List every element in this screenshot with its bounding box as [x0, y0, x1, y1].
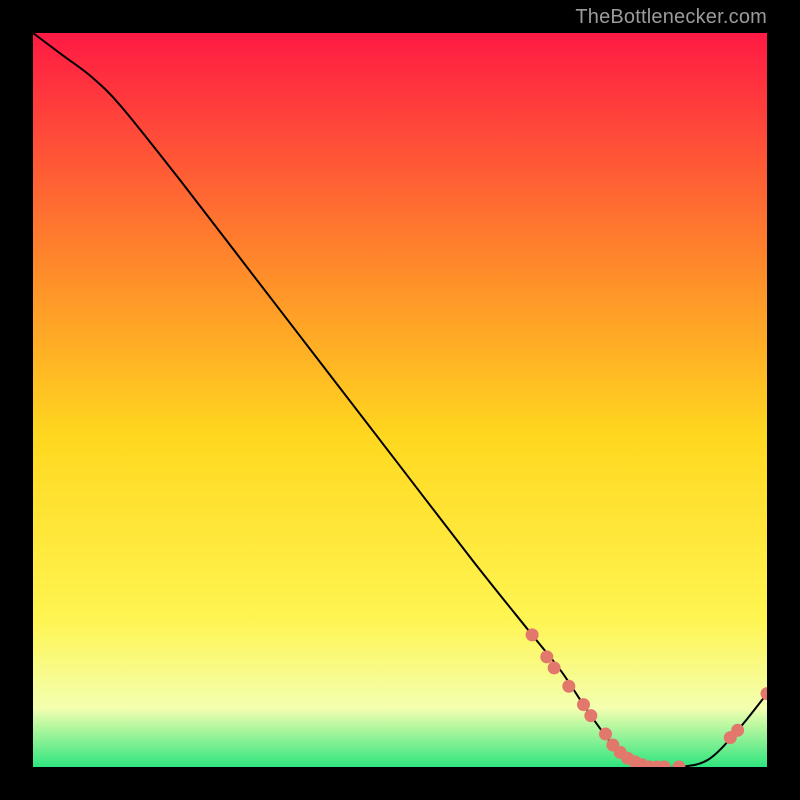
valley-marker: [577, 698, 590, 711]
valley-marker: [731, 724, 744, 737]
plot-area: [33, 33, 767, 767]
valley-marker: [761, 687, 768, 700]
valley-markers: [526, 628, 767, 767]
valley-marker: [672, 761, 685, 768]
valley-marker: [540, 650, 553, 663]
chart-stage: TheBottlenecker.com: [0, 0, 800, 800]
valley-marker: [599, 727, 612, 740]
curve-layer: [33, 33, 767, 767]
bottleneck-curve: [33, 33, 767, 767]
attribution-label: TheBottlenecker.com: [575, 6, 767, 29]
valley-marker: [584, 709, 597, 722]
valley-marker: [562, 680, 575, 693]
valley-marker: [526, 628, 539, 641]
valley-marker: [548, 661, 561, 674]
